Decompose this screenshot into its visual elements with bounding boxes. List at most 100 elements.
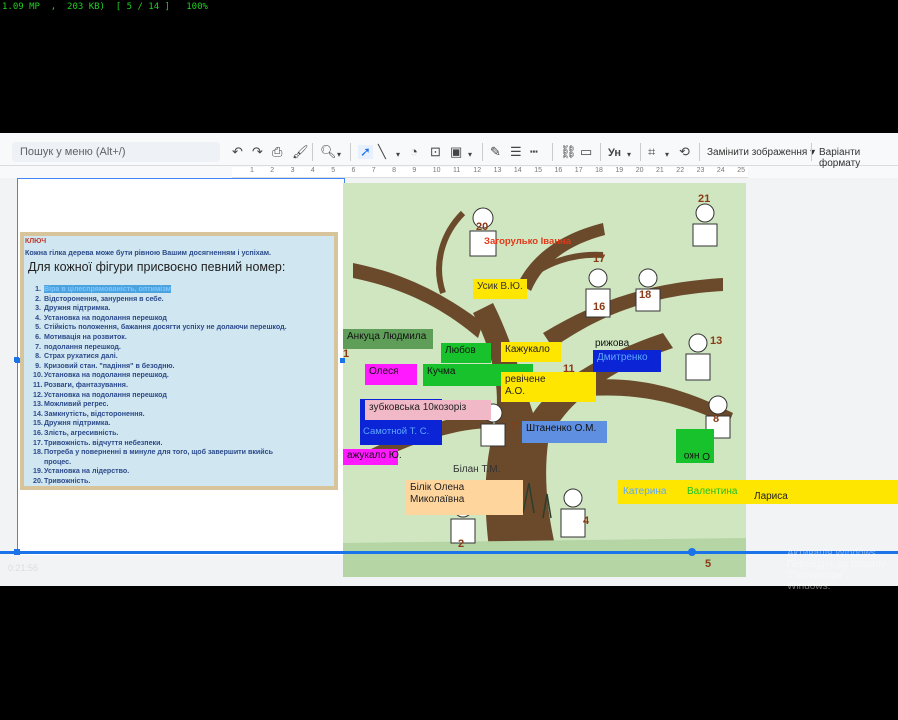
key-item: 4. Установка на подолання перешкод	[33, 314, 287, 324]
playhead[interactable]	[688, 548, 696, 556]
key-item-text: Установка на подолання перешкод	[44, 313, 167, 322]
ruler-mark: 17	[574, 167, 583, 174]
horizontal-ruler[interactable]: 1 2 3 4 5 6 7 8 9 10 11 12 13 14 15 16 17 18 19 20 21 22 23 24 2…	[232, 167, 748, 178]
slides-toolbar: Пошук у меню (Alt+/) ↶ ↷ ⎙ 🖌 🔍︎ ▾ ➚ ╲ ▾ …	[0, 133, 898, 169]
ruler-mark: 18	[595, 167, 603, 174]
label-bilyk[interactable]: Білік Олена Миколаївна	[406, 480, 523, 515]
ruler-mark: 9	[412, 167, 417, 174]
key-item: процес.	[33, 458, 287, 468]
toolbar-divider	[699, 143, 700, 161]
figure-number: 4	[583, 515, 590, 527]
zoom-icon[interactable]: 🔍︎	[320, 145, 337, 159]
print-icon[interactable]: ⎙	[272, 145, 282, 159]
text-style-button[interactable]: Ун	[608, 146, 621, 160]
label-larysa[interactable]: Лариса	[754, 491, 788, 502]
image-icon[interactable]: ▣	[450, 145, 462, 159]
ruler-mark: 16	[554, 167, 563, 174]
chevron-down-icon[interactable]: ▾	[337, 148, 341, 162]
key-item-number: 17.	[33, 438, 43, 447]
chevron-down-icon[interactable]: ▾	[468, 148, 472, 162]
key-item-number: 10.	[33, 371, 43, 380]
key-item: 12.Установка на подолання перешкод	[33, 391, 287, 401]
label-liubov[interactable]: Любов	[441, 343, 491, 363]
label-valentina[interactable]: Валентина	[687, 486, 737, 497]
figure-number: 13	[710, 335, 723, 347]
viewer-status-bar: 1.09 MP , 203 KB) [ 5 / 14 ] 100%	[2, 2, 208, 12]
key-item-text: Дружня підтримка.	[44, 419, 111, 428]
label-bilan[interactable]: Білан Т.М.	[453, 464, 500, 476]
menu-search-input[interactable]: Пошук у меню (Alt+/)	[12, 142, 220, 162]
key-item-text: Тривожність. відчуття небезпеки.	[44, 438, 163, 447]
undo-icon[interactable]: ↶	[232, 145, 243, 159]
label-zubkovska[interactable]: зубковська 10козоріз	[365, 400, 491, 420]
key-item: 3. Дружня підтримка.	[33, 304, 287, 314]
label-shtanenko[interactable]: Штаненко О.М.	[522, 421, 607, 443]
link-icon[interactable]: ⛓	[560, 145, 577, 159]
key-item: 11. Розваги, фантазування.	[33, 381, 287, 391]
paint-format-icon[interactable]: 🖌	[292, 145, 309, 159]
toolbar-divider	[600, 143, 601, 161]
label-ankutsa[interactable]: Анкуца Людмила	[343, 329, 433, 349]
toolbar-divider	[482, 143, 483, 161]
label-usyk[interactable]: Усик В.Ю.	[473, 279, 527, 299]
key-list: 1. Віра в цілеспрямованість, оптимізм 2. Ві…	[33, 285, 287, 486]
redo-icon[interactable]: ↷	[252, 145, 263, 159]
line-weight-icon[interactable]: ☰	[510, 145, 522, 159]
figure-number: 20	[476, 221, 489, 233]
figure-number: 8	[713, 413, 720, 425]
toolbar-divider	[312, 143, 313, 161]
label-zahorulko[interactable]: Загорулько Іванна	[484, 236, 571, 248]
toolbar-divider	[350, 143, 351, 161]
key-item-text: Страх рухатися далі.	[44, 352, 118, 361]
label-revichene[interactable]: ревічене А.О.	[501, 372, 596, 402]
line-tool-icon[interactable]: ╲	[378, 145, 386, 159]
pen-icon[interactable]: ✎	[490, 145, 501, 159]
windows-activation-watermark: Активація Windows Перейдіть до розділу "…	[787, 548, 898, 592]
watermark-line3: Windows.	[787, 581, 831, 592]
chevron-down-icon[interactable]: ▾	[627, 148, 631, 162]
watermark-line1: Активація Windows	[787, 548, 876, 559]
key-item-text: Стійкість положення, бажання досягти усп…	[44, 323, 287, 332]
reset-image-icon[interactable]: ⟲	[679, 145, 690, 159]
key-item-text: Дружня підтримка.	[44, 304, 111, 313]
ruler-mark: 20	[635, 167, 644, 174]
progress-handle[interactable]	[14, 549, 20, 555]
key-item: 13.Можливий регрес.	[33, 400, 287, 410]
label-dmytrenko[interactable]: Дмитренко	[593, 350, 661, 372]
figure-number: 2	[458, 538, 465, 550]
tree-image[interactable]: 21 20 17 18 16 13 11 8 7 4 2 5 1 Загорул…	[343, 183, 746, 577]
label-revichene-line1: ревічене	[505, 374, 546, 385]
label-ryzhova[interactable]: рижова	[595, 338, 629, 350]
key-item: 6. Мотивація на розвиток.	[33, 333, 287, 343]
label-olesia[interactable]: Олеся	[365, 364, 417, 385]
chevron-down-icon[interactable]: ▾	[665, 148, 669, 162]
ruler-mark: 11	[453, 167, 461, 174]
key-item-text: Злість, агресивність.	[44, 428, 119, 437]
line-dash-icon[interactable]: ┅	[530, 145, 538, 159]
ruler-mark: 2	[270, 167, 275, 174]
key-item: 5. Стійкість положення, бажання досягти у…	[33, 323, 287, 333]
text-box-icon[interactable]: ⊡	[430, 145, 441, 159]
key-item-number: 16.	[33, 428, 43, 437]
replace-image-button[interactable]: Замінити зображення ▾	[707, 147, 815, 158]
key-item-number: 9.	[35, 361, 41, 370]
key-subtitle: Кожна гілка дерева може бути рівною Ваши…	[25, 248, 272, 257]
ruler-mark: 21	[656, 167, 664, 174]
video-progress-bar[interactable]	[0, 551, 898, 554]
select-pointer-icon[interactable]: ➚	[358, 145, 373, 159]
resize-handle[interactable]	[340, 358, 345, 363]
format-options-button[interactable]: Варіанти формату	[819, 147, 898, 169]
key-item-number: 3.	[35, 304, 41, 313]
shape-tool-icon[interactable]: ◔	[410, 145, 418, 159]
key-item-text: Кризовий стан. "падіння" в безодню.	[44, 361, 175, 370]
comment-icon[interactable]: ▭	[580, 145, 592, 159]
crop-icon[interactable]: ⌗	[648, 145, 655, 159]
label-savchuk[interactable]: Самотной Т. С.	[363, 426, 429, 438]
chevron-down-icon[interactable]: ▾	[396, 148, 400, 162]
label-o-nko[interactable]: О нко	[676, 429, 714, 463]
label-katerina[interactable]: Катерина	[623, 486, 666, 497]
label-kazhukalo[interactable]: Кажукало	[501, 342, 561, 362]
key-item-text: процес.	[44, 457, 72, 466]
resize-handle[interactable]	[15, 358, 20, 363]
label-kazhukalo-yu[interactable]: ажукало Ю.	[343, 449, 402, 465]
